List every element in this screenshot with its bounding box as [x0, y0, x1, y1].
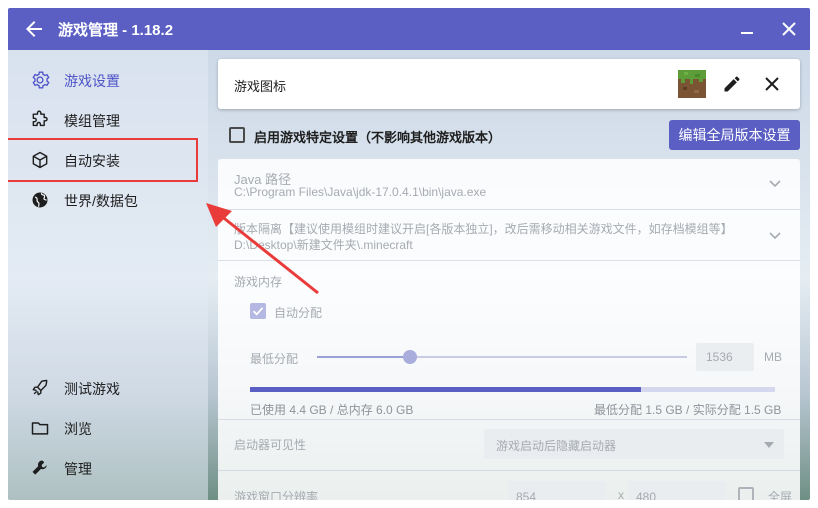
launcher-visibility-select[interactable]: 游戏启动后隐藏启动器: [484, 429, 784, 459]
sidebar-item-game-settings[interactable]: 游戏设置: [8, 60, 208, 100]
game-icon-label: 游戏图标: [234, 79, 287, 94]
game-icon-card: 游戏图标: [218, 59, 800, 109]
min-allocation-label: 最低分配: [250, 352, 299, 366]
grass-block-icon: [678, 70, 706, 98]
min-memory-unit: MB: [764, 350, 782, 364]
sidebar-item-label: 测试游戏: [64, 381, 120, 397]
memory-slider-fill: [317, 356, 410, 358]
fullscreen-label: 全屏: [768, 490, 793, 500]
launcher-visibility-value: 游戏启动后隐藏启动器: [496, 439, 617, 453]
memory-usage-fill: [250, 387, 641, 392]
resolution-row: 游戏窗口分辨率 854 x 480 全屏: [218, 471, 800, 500]
resolution-separator: x: [618, 488, 624, 500]
chevron-down-icon[interactable]: [768, 179, 782, 189]
gear-icon: [32, 71, 50, 89]
chevron-down-icon[interactable]: [768, 231, 782, 241]
minimize-icon[interactable]: [736, 18, 758, 40]
dropdown-arrow-icon: [764, 442, 774, 448]
sidebar-item-label: 管理: [64, 461, 92, 477]
sidebar-item-manage[interactable]: 管理: [8, 448, 208, 488]
sidebar-item-browse[interactable]: 浏览: [8, 408, 208, 448]
app-frame: 游戏管理 - 1.18.2 游戏设置 模组管理 自动安装 世界/数据包 测试游戏…: [0, 0, 818, 508]
sidebar-item-label: 游戏设置: [64, 73, 120, 89]
back-arrow-icon[interactable]: [22, 17, 46, 41]
auto-allocate-checkbox[interactable]: [250, 303, 266, 319]
sidebar-item-label: 浏览: [64, 421, 92, 437]
puzzle-icon: [32, 110, 48, 127]
min-memory-input[interactable]: 1536: [696, 343, 754, 371]
resolution-height-value: 480: [636, 490, 657, 500]
sidebar-item-worlds-datapacks[interactable]: 世界/数据包: [8, 180, 208, 220]
min-memory-value: 1536: [706, 350, 733, 364]
memory-slider-thumb[interactable]: [403, 350, 417, 364]
game-manager-window: 游戏管理 - 1.18.2 游戏设置 模组管理 自动安装 世界/数据包 测试游戏…: [8, 8, 810, 500]
launcher-visibility-label: 启动器可见性: [234, 438, 307, 452]
specific-settings-checkbox[interactable]: [229, 127, 245, 143]
resolution-height-input[interactable]: 480: [628, 481, 726, 500]
edit-global-settings-button[interactable]: 编辑全局版本设置: [669, 120, 800, 150]
wrench-icon: [32, 460, 47, 475]
specific-settings-label: 启用游戏特定设置（不影响其他游戏版本）: [254, 130, 502, 145]
sidebar-item-label: 模组管理: [64, 113, 120, 129]
title-bar: 游戏管理 - 1.18.2: [8, 8, 810, 50]
sidebar-item-label: 世界/数据包: [64, 193, 138, 209]
rocket-icon: [32, 379, 48, 396]
sidebar-item-test-game[interactable]: 测试游戏: [8, 368, 208, 408]
memory-allocation-text: 最低分配 1.5 GB / 实际分配 1.5 GB: [594, 403, 782, 417]
auto-allocate-label: 自动分配: [274, 306, 323, 320]
memory-used-text: 已使用 4.4 GB / 总内存 6.0 GB: [250, 403, 414, 417]
window-title: 游戏管理 - 1.18.2: [58, 22, 174, 39]
sidebar-item-mod-management[interactable]: 模组管理: [8, 100, 208, 140]
sidebar: 游戏设置 模组管理 自动安装 世界/数据包 测试游戏 浏览 管理: [8, 50, 208, 500]
highlight-box: [8, 138, 198, 182]
folder-icon: [31, 422, 49, 435]
fullscreen-checkbox[interactable]: [738, 487, 754, 500]
close-icon[interactable]: [763, 75, 781, 93]
close-icon[interactable]: [778, 18, 800, 40]
annotation-arrow: [206, 203, 319, 295]
globe-icon: [32, 192, 48, 208]
resolution-label: 游戏窗口分辨率: [234, 490, 319, 500]
resolution-width-input[interactable]: 854: [508, 481, 606, 500]
launcher-visibility-row: 启动器可见性 游戏启动后隐藏启动器: [218, 420, 800, 471]
pencil-icon[interactable]: [722, 74, 742, 94]
resolution-width-value: 854: [516, 490, 537, 500]
